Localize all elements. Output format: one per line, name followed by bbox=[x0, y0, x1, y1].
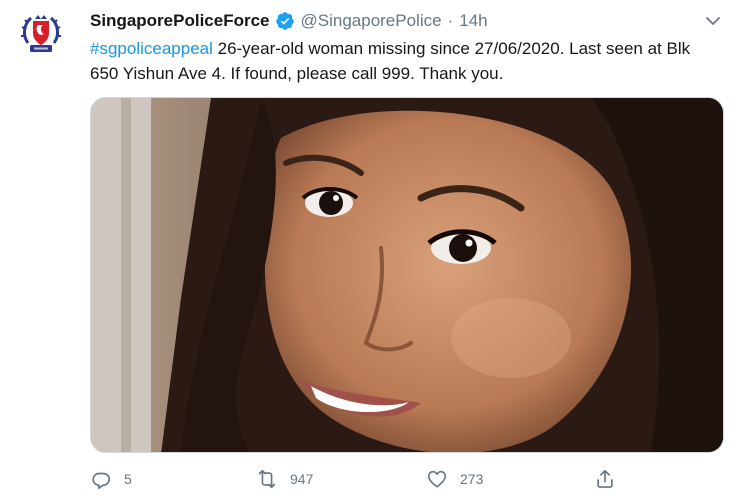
author-display-name[interactable]: SingaporePoliceForce bbox=[90, 11, 270, 31]
chevron-down-icon bbox=[706, 17, 720, 25]
portrait-photo-image bbox=[91, 98, 723, 452]
police-crest-icon bbox=[21, 15, 61, 52]
retweet-button[interactable]: 947 bbox=[256, 466, 313, 492]
tweet-photo[interactable] bbox=[90, 97, 724, 453]
tweet-timestamp[interactable]: 14h bbox=[459, 11, 487, 31]
like-button[interactable]: 273 bbox=[426, 466, 483, 492]
reply-count: 5 bbox=[124, 471, 132, 487]
tweet-actions: 5 947 273 bbox=[90, 466, 630, 492]
tweet-text: #sgpoliceappeal 26-year-old woman missin… bbox=[90, 36, 720, 86]
author-avatar[interactable] bbox=[16, 9, 66, 59]
reply-button[interactable]: 5 bbox=[90, 466, 132, 492]
hashtag-link[interactable]: #sgpoliceappeal bbox=[90, 39, 213, 58]
separator-dot: · bbox=[447, 11, 454, 30]
heart-icon bbox=[427, 470, 447, 488]
retweet-icon bbox=[258, 469, 276, 489]
share-icon bbox=[597, 469, 613, 488]
reply-icon bbox=[92, 472, 111, 490]
share-button[interactable] bbox=[594, 466, 616, 492]
retweet-count: 947 bbox=[290, 471, 314, 487]
author-handle[interactable]: @SingaporePolice bbox=[301, 11, 442, 31]
more-options-button[interactable] bbox=[704, 12, 722, 30]
like-count: 273 bbox=[460, 471, 484, 487]
tweet-card[interactable]: SingaporePoliceForce @SingaporePolice · … bbox=[0, 0, 736, 502]
tweet-header: SingaporePoliceForce @SingaporePolice · … bbox=[90, 10, 488, 32]
verified-badge-icon bbox=[275, 11, 295, 31]
